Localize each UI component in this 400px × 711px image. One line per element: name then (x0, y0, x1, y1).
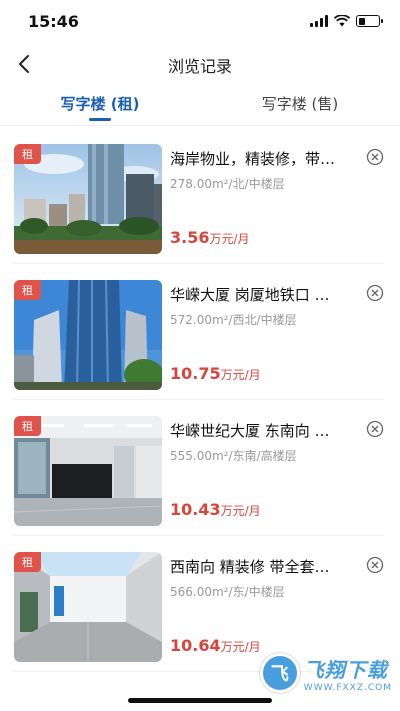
remove-circle-icon[interactable] (366, 556, 384, 574)
rent-tag: 租 (14, 416, 41, 436)
listing-price: 3.56万元/月 (170, 228, 250, 247)
listing-title: 华嵘世纪大厦 东南向 … (170, 422, 330, 440)
listing-item[interactable]: 租 西南向 精装修 带全套… 566.00m²/东/中楼层 10.64万元/月 (14, 536, 384, 672)
tab-office-rent[interactable]: 写字楼 (租) (0, 93, 200, 114)
remove-circle-icon[interactable] (366, 420, 384, 438)
nav-bar: 浏览记录 (0, 44, 400, 84)
listing-price: 10.43万元/月 (170, 500, 261, 519)
status-icons (310, 15, 383, 27)
rent-tag: 租 (14, 280, 41, 300)
watermark-logo: 飞 (259, 653, 300, 693)
listing-photo: 租 (14, 144, 162, 254)
home-indicator (128, 698, 272, 703)
history-list: 租 海岸物业，精装修，带… 278.00m²/北/中楼层 3.56万元/月 租 … (0, 128, 400, 672)
price-value: 10.64 (170, 636, 221, 655)
listing-meta: 555.00m²/东南/高楼层 (170, 449, 297, 463)
listing-price: 10.75万元/月 (170, 364, 261, 383)
status-bar: 15:46 (0, 0, 400, 44)
battery-icon (356, 15, 383, 27)
listing-title: 海岸物业，精装修，带… (170, 150, 336, 168)
active-tab-indicator (89, 118, 111, 121)
page-title: 浏览记录 (167, 57, 232, 76)
rent-tag: 租 (14, 144, 41, 164)
price-value: 3.56 (170, 228, 210, 247)
listing-title: 西南向 精装修 带全套… (170, 558, 330, 576)
price-value: 10.43 (170, 500, 221, 519)
remove-circle-icon[interactable] (366, 284, 384, 302)
watermark-text: 飞翔下载 WWW.FXXZ.COM (304, 654, 392, 693)
remove-circle-icon[interactable] (366, 148, 384, 166)
watermark-main: 飞翔下载 (303, 657, 388, 682)
tab-bar: 写字楼 (租) 写字楼 (售) (0, 88, 400, 126)
listing-meta: 572.00m²/西北/中楼层 (170, 313, 297, 327)
listing-photo: 租 (14, 552, 162, 662)
listing-item[interactable]: 租 华嵘大厦 岗厦地铁口 … 572.00m²/西北/中楼层 10.75万元/月 (14, 264, 384, 400)
status-time: 15:46 (28, 12, 79, 31)
listing-photo: 租 (14, 280, 162, 390)
price-unit: 万元/月 (220, 368, 261, 382)
price-unit: 万元/月 (220, 504, 261, 518)
cellular-signal-icon (310, 15, 328, 27)
listing-item[interactable]: 租 海岸物业，精装修，带… 278.00m²/北/中楼层 3.56万元/月 (14, 128, 384, 264)
price-value: 10.75 (170, 364, 221, 383)
listing-item[interactable]: 租 华嵘世纪大厦 东南向 … 555.00m²/东南/高楼层 10.43万元/月 (14, 400, 384, 536)
tab-office-sale[interactable]: 写字楼 (售) (200, 93, 400, 114)
rent-tag: 租 (14, 552, 41, 572)
listing-price: 10.64万元/月 (170, 636, 261, 655)
price-unit: 万元/月 (220, 640, 261, 654)
listing-title: 华嵘大厦 岗厦地铁口 … (170, 286, 330, 304)
watermark: 飞 飞翔下载 WWW.FXXZ.COM (259, 653, 392, 693)
listing-photo: 租 (14, 416, 162, 526)
price-unit: 万元/月 (209, 232, 250, 246)
listing-meta: 566.00m²/东/中楼层 (170, 585, 285, 599)
watermark-sub: WWW.FXXZ.COM (303, 682, 392, 693)
wifi-icon (334, 15, 350, 27)
listing-meta: 278.00m²/北/中楼层 (170, 177, 285, 191)
